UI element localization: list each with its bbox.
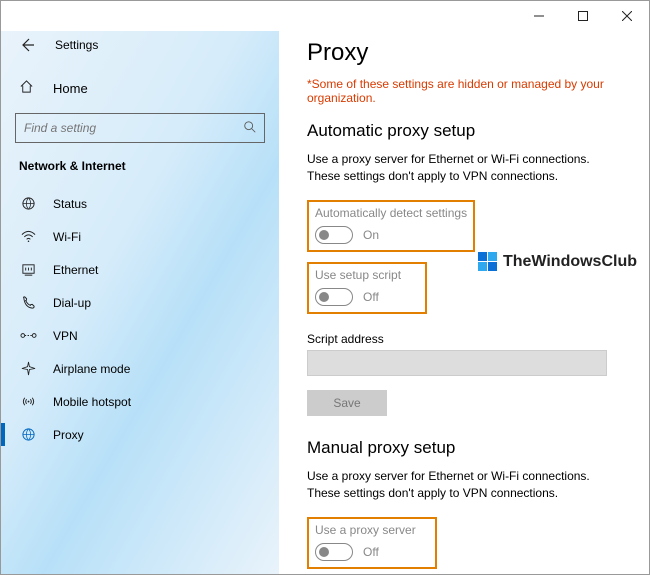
search-input[interactable] bbox=[15, 113, 265, 143]
section-heading-manual: Manual proxy setup bbox=[307, 438, 621, 458]
sidebar-item-home[interactable]: Home bbox=[1, 69, 279, 107]
section-desc-auto: Use a proxy server for Ethernet or Wi-Fi… bbox=[307, 151, 621, 186]
toggle-label-setup-script: Use setup script bbox=[315, 268, 419, 282]
save-button[interactable]: Save bbox=[307, 390, 387, 416]
sidebar-item-label: Mobile hotspot bbox=[53, 395, 131, 409]
content-pane: Proxy *Some of these settings are hidden… bbox=[279, 31, 649, 574]
status-icon bbox=[19, 196, 37, 211]
sidebar-item-label: Airplane mode bbox=[53, 362, 130, 376]
toggle-label-auto-detect: Automatically detect settings bbox=[315, 206, 467, 220]
toggle-state-auto-detect: On bbox=[363, 228, 379, 242]
home-icon bbox=[19, 79, 37, 97]
sidebar-item-label: Dial-up bbox=[53, 296, 91, 310]
sidebar-item-label: Proxy bbox=[53, 428, 84, 442]
sidebar-category-header: Network & Internet bbox=[1, 157, 279, 187]
field-label-script-address: Script address bbox=[307, 332, 621, 346]
watermark: TheWindowsClub bbox=[477, 251, 637, 273]
sidebar-item-vpn[interactable]: VPN bbox=[1, 319, 279, 352]
toggle-auto-detect[interactable] bbox=[315, 226, 353, 244]
phone-icon bbox=[19, 295, 37, 310]
hotspot-icon bbox=[19, 394, 37, 409]
ethernet-icon bbox=[19, 262, 37, 277]
highlight-setup-script: Use setup script Off bbox=[307, 262, 427, 314]
sidebar-item-label: Ethernet bbox=[53, 263, 98, 277]
sidebar-item-dialup[interactable]: Dial-up bbox=[1, 286, 279, 319]
toggle-state-setup-script: Off bbox=[363, 290, 379, 304]
sidebar-item-proxy[interactable]: Proxy bbox=[1, 418, 279, 451]
vpn-icon bbox=[19, 328, 37, 343]
back-button[interactable] bbox=[17, 35, 37, 55]
section-desc-manual: Use a proxy server for Ethernet or Wi-Fi… bbox=[307, 468, 621, 503]
proxy-icon bbox=[19, 427, 37, 442]
org-warning: *Some of these settings are hidden or ma… bbox=[307, 77, 621, 105]
maximize-button[interactable] bbox=[561, 1, 605, 31]
airplane-icon bbox=[19, 361, 37, 376]
app-title: Settings bbox=[55, 38, 98, 52]
close-button[interactable] bbox=[605, 1, 649, 31]
section-heading-auto: Automatic proxy setup bbox=[307, 121, 621, 141]
sidebar-item-label: VPN bbox=[53, 329, 78, 343]
sidebar-item-airplane[interactable]: Airplane mode bbox=[1, 352, 279, 385]
script-address-input[interactable] bbox=[307, 350, 607, 376]
sidebar-item-wifi[interactable]: Wi-Fi bbox=[1, 220, 279, 253]
sidebar-item-label: Wi-Fi bbox=[53, 230, 81, 244]
minimize-button[interactable] bbox=[517, 1, 561, 31]
sidebar: Settings Home Network & Internet Status … bbox=[1, 31, 279, 574]
sidebar-item-ethernet[interactable]: Ethernet bbox=[1, 253, 279, 286]
sidebar-item-label: Home bbox=[53, 81, 88, 96]
toggle-setup-script[interactable] bbox=[315, 288, 353, 306]
wifi-icon bbox=[19, 229, 37, 244]
search-icon bbox=[243, 120, 257, 137]
highlight-auto-detect: Automatically detect settings On bbox=[307, 200, 475, 252]
sidebar-item-label: Status bbox=[53, 197, 87, 211]
toggle-state-use-proxy: Off bbox=[363, 545, 379, 559]
sidebar-item-status[interactable]: Status bbox=[1, 187, 279, 220]
sidebar-item-hotspot[interactable]: Mobile hotspot bbox=[1, 385, 279, 418]
highlight-use-proxy: Use a proxy server Off bbox=[307, 517, 437, 569]
toggle-use-proxy[interactable] bbox=[315, 543, 353, 561]
page-title: Proxy bbox=[307, 39, 621, 67]
toggle-label-use-proxy: Use a proxy server bbox=[315, 523, 429, 537]
titlebar bbox=[1, 1, 649, 31]
